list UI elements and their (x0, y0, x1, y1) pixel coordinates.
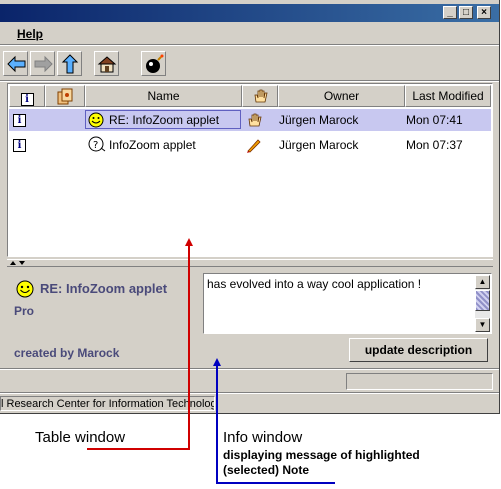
annotation-arrows (87, 238, 335, 484)
annotation-info-desc-1: displaying message of highlighted (223, 448, 420, 462)
annotation-table-window: Table window (35, 429, 126, 446)
annotation-info-window: Info window (223, 429, 303, 446)
annotation-info-desc-2: (selected) Note (223, 463, 310, 477)
table-window-arrow (87, 238, 193, 450)
